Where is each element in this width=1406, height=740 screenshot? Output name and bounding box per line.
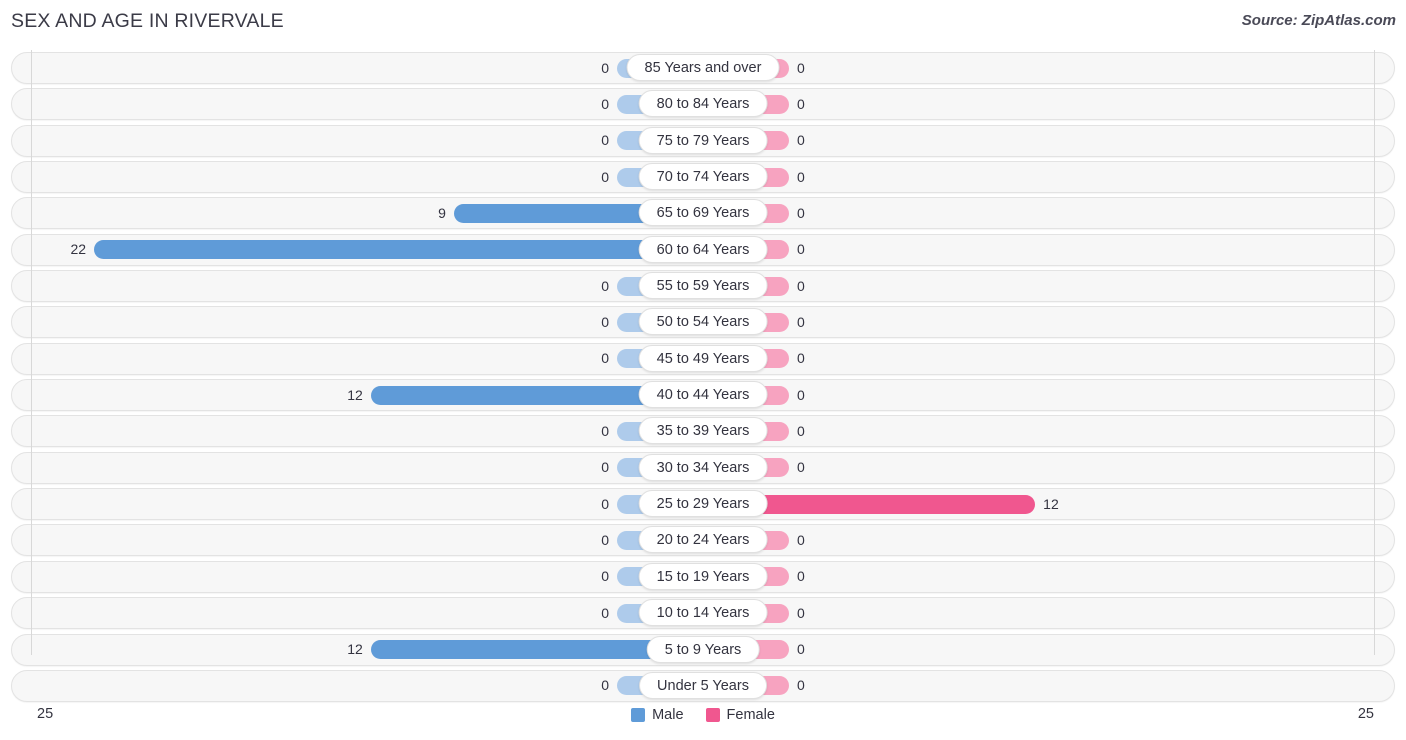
chart-row: 0 0 20 to 24 Years: [11, 522, 1395, 558]
bar-value-male: 0: [601, 350, 609, 367]
bar-value-male: 0: [601, 59, 609, 76]
age-group-label: 55 to 59 Years: [638, 272, 768, 300]
chart-row: 0 12 25 to 29 Years: [11, 486, 1395, 522]
bar-value-female: 0: [797, 313, 805, 330]
bar-value-female: 0: [797, 459, 805, 476]
bar-value-male: 0: [601, 604, 609, 621]
age-group-label: 70 to 74 Years: [638, 163, 768, 191]
bar-value-male: 12: [347, 386, 363, 403]
bar-male[interactable]: [94, 240, 703, 260]
chart-row: 0 0 35 to 39 Years: [11, 413, 1395, 449]
age-group-label: 80 to 84 Years: [638, 90, 768, 118]
bar-value-female: 0: [797, 604, 805, 621]
age-group-label: 10 to 14 Years: [638, 599, 768, 627]
bar-value-male: 0: [601, 95, 609, 112]
chart-row: 9 0 65 to 69 Years: [11, 195, 1395, 231]
chart-row: 12 0 5 to 9 Years: [11, 632, 1395, 668]
age-group-label: 5 to 9 Years: [646, 635, 760, 663]
bar-value-female: 0: [797, 422, 805, 439]
age-group-label: 65 to 69 Years: [638, 199, 768, 227]
legend-label-female: Female: [726, 707, 775, 723]
chart-legend: Male Female: [0, 707, 1406, 723]
age-group-label: 75 to 79 Years: [638, 126, 768, 154]
bar-value-female: 0: [797, 59, 805, 76]
legend-item-male[interactable]: Male: [631, 707, 684, 723]
chart-rows: 0 0 85 Years and over 0 0 80 to 84 Years 0 0 75 …: [11, 50, 1395, 704]
bar-value-female: 0: [797, 386, 805, 403]
age-group-label: 25 to 29 Years: [638, 490, 768, 518]
age-group-label: 15 to 19 Years: [638, 562, 768, 590]
legend-label-male: Male: [652, 707, 684, 723]
age-group-label: 35 to 39 Years: [638, 417, 768, 445]
chart-row: 0 0 80 to 84 Years: [11, 86, 1395, 122]
legend-item-female[interactable]: Female: [705, 707, 775, 723]
page-title: SEX AND AGE IN RIVERVALE: [11, 10, 284, 32]
bar-value-male: 12: [347, 641, 363, 657]
chart-header: SEX AND AGE IN RIVERVALE Source: ZipAtla…: [0, 0, 1406, 45]
bar-value-male: 0: [601, 531, 609, 548]
chart-row: 22 0 60 to 64 Years: [11, 232, 1395, 268]
chart-row: 0 0 55 to 59 Years: [11, 268, 1395, 304]
bar-value-male: 0: [601, 313, 609, 330]
bar-value-male: 0: [601, 495, 609, 512]
chart-row: 12 0 40 to 44 Years: [11, 377, 1395, 413]
bar-value-male: 0: [601, 459, 609, 476]
bar-value-male: 9: [438, 204, 446, 221]
bar-value-female: 0: [797, 241, 805, 258]
bar-value-female: 0: [797, 204, 805, 221]
legend-swatch-female-icon: [705, 708, 720, 722]
chart-page: SEX AND AGE IN RIVERVALE Source: ZipAtla…: [0, 0, 1406, 740]
age-group-label: 50 to 54 Years: [638, 308, 768, 336]
bar-value-male: 0: [601, 677, 609, 694]
chart-row: 0 0 10 to 14 Years: [11, 595, 1395, 631]
bar-value-female: 12: [1043, 495, 1059, 512]
age-group-label: 20 to 24 Years: [638, 526, 768, 554]
bar-value-male: 0: [601, 568, 609, 585]
chart-row: 0 0 15 to 19 Years: [11, 559, 1395, 595]
bar-value-male: 22: [70, 241, 87, 258]
chart-row: 0 0 45 to 49 Years: [11, 341, 1395, 377]
bar-value-male: 0: [601, 168, 609, 185]
age-group-label: 60 to 64 Years: [638, 235, 768, 263]
axis-line-left: [31, 50, 32, 655]
bar-value-female: 0: [797, 168, 805, 185]
chart-row: 0 0 Under 5 Years: [11, 668, 1395, 704]
chart-row: 0 0 75 to 79 Years: [11, 123, 1395, 159]
age-group-label: 85 Years and over: [626, 54, 780, 81]
bar-value-male: 0: [601, 132, 609, 149]
chart-row: 0 0 70 to 74 Years: [11, 159, 1395, 195]
chart-footer: 25 25 Male Female: [0, 704, 1406, 740]
chart-row: 0 0 85 Years and over: [11, 50, 1395, 86]
chart-row: 0 0 30 to 34 Years: [11, 450, 1395, 486]
chart-row: 0 0 50 to 54 Years: [11, 304, 1395, 340]
age-group-label: 40 to 44 Years: [638, 381, 768, 409]
bar-value-female: 0: [797, 531, 805, 548]
age-group-label: Under 5 Years: [639, 671, 767, 699]
population-pyramid-plot: 0 0 85 Years and over 0 0 80 to 84 Years 0 0 75 …: [0, 50, 1406, 704]
bar-value-female: 0: [797, 568, 805, 585]
bar-value-male: 0: [601, 422, 609, 439]
bar-value-male: 0: [601, 277, 609, 294]
bar-value-female: 0: [797, 350, 805, 367]
bar-value-female: 0: [797, 95, 805, 112]
legend-swatch-male-icon: [631, 708, 646, 722]
axis-line-right: [1374, 50, 1375, 655]
bar-value-female: 0: [797, 677, 805, 694]
age-group-label: 30 to 34 Years: [638, 453, 768, 481]
bar-value-female: 0: [797, 277, 805, 294]
age-group-label: 45 to 49 Years: [638, 344, 768, 372]
source-attribution: Source: ZipAtlas.com: [1241, 12, 1396, 29]
bar-value-female: 0: [797, 641, 805, 657]
bar-value-female: 0: [797, 132, 805, 149]
